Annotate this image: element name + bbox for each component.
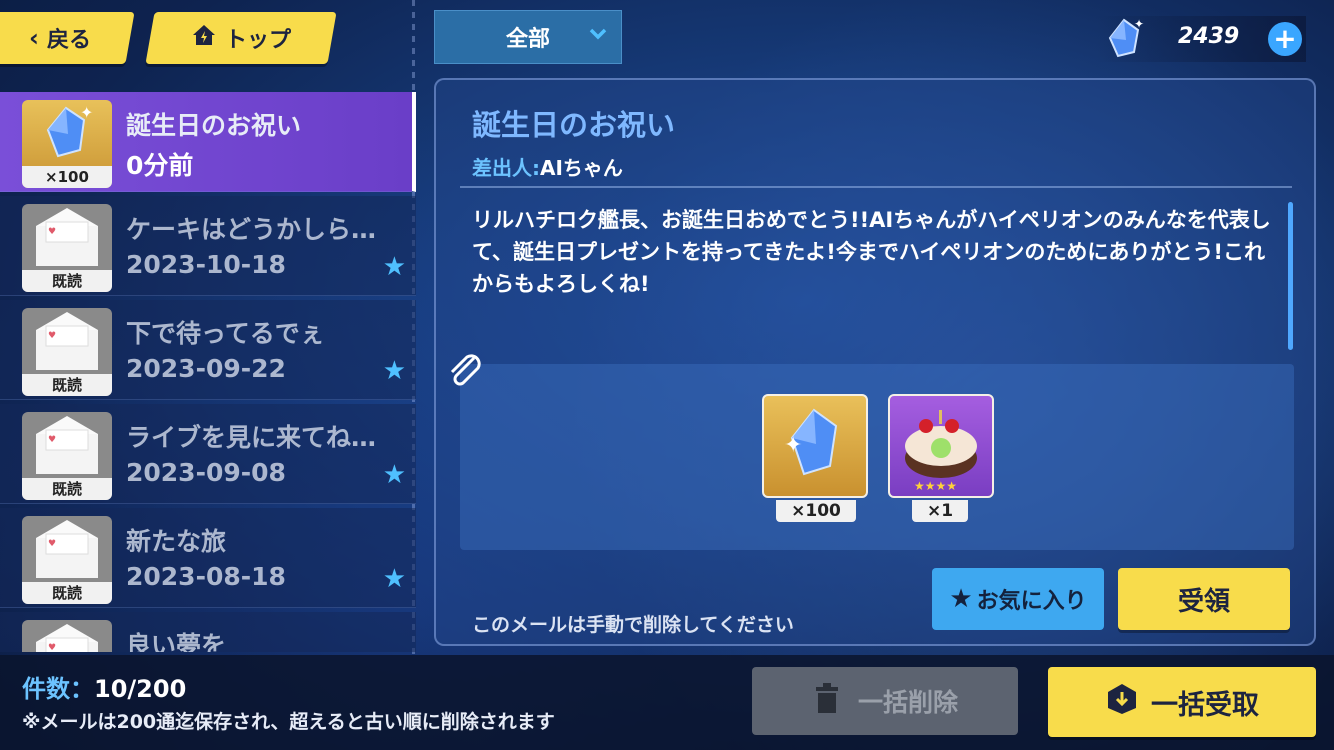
svg-text:✦: ✦ [784, 433, 802, 458]
crystal-icon: ✦ [1102, 16, 1146, 64]
mail-title: ケーキはどうかしら… [126, 215, 377, 244]
svg-text:♥: ♥ [48, 331, 56, 341]
star-icon: ★ [382, 356, 406, 386]
svg-text:♥: ♥ [48, 539, 56, 549]
chevron-down-icon [587, 23, 609, 51]
crystal-amount: 2439 [1178, 24, 1240, 49]
receive-button-label: 受領 [1177, 586, 1230, 617]
mail-list: ✦ ×100 誕生日のお祝い 0分前 ♥ 既読 ケーキはどうかしら… 2023-… [0, 92, 416, 652]
attachment-qty: ×1 [912, 500, 968, 522]
crystal-icon: ✦ [784, 408, 838, 476]
filter-selected-label: 全部 [505, 27, 550, 52]
download-box-icon [1105, 682, 1139, 723]
divider [460, 186, 1292, 188]
mail-count-label: 件数： [22, 675, 94, 703]
crystal-balance: ✦ 2439 + [1096, 16, 1306, 62]
back-button[interactable]: ‹ 戻る [0, 12, 135, 64]
attachment-area: ✦ ★★★★ ×100 ×1 [460, 364, 1294, 550]
envelope-thumbnail: ♥ 既読 [22, 516, 112, 604]
svg-text:♥: ♥ [48, 435, 56, 445]
top-button[interactable]: トップ [145, 12, 337, 64]
paperclip-icon [444, 350, 484, 399]
mail-date: 2023-09-08 [126, 458, 286, 487]
sender-name: AIちゃん [540, 156, 623, 180]
mail-date: 2023-09-22 [126, 354, 286, 383]
envelope-icon: ♥ [36, 312, 98, 370]
receive-button[interactable]: 受領 [1118, 568, 1290, 630]
svg-text:✦: ✦ [1134, 17, 1144, 31]
star-icon: ★ [382, 564, 406, 594]
mail-list-item[interactable]: ♥ 既読 ケーキはどうかしら… 2023-10-18 ★ [0, 196, 416, 296]
mail-badge: 既読 [22, 270, 112, 292]
mail-body-scrollbar[interactable] [1288, 202, 1293, 350]
attachment-crystal[interactable]: ✦ [762, 394, 868, 498]
attachment-cake[interactable]: ★★★★ [888, 394, 994, 498]
cake-icon: ★★★★ [905, 410, 977, 493]
envelope-icon: ♥ [36, 624, 98, 652]
mail-filter-dropdown[interactable]: 全部 [434, 10, 622, 64]
mail-sender: 差出人:AIちゃん [472, 152, 623, 181]
mail-date: 2023-08-18 [126, 562, 286, 591]
mail-title: 良い夢を [126, 631, 227, 652]
mail-list-item[interactable]: ♥ 既読 新たな旅 2023-08-18 ★ [0, 508, 416, 608]
mail-title: ライブを見に来てね… [126, 423, 377, 452]
home-icon [191, 23, 217, 53]
crystal-icon: ✦ [46, 103, 93, 158]
envelope-thumbnail: ♥ 既読 [22, 204, 112, 292]
mail-list-item[interactable]: ♥ 既読 ライブを見に来てね… 2023-09-08 ★ [0, 404, 416, 504]
sender-label: 差出人: [472, 156, 540, 180]
mail-count-value: 10/200 [94, 675, 187, 703]
svg-text:♥: ♥ [48, 643, 56, 652]
mail-list-item[interactable]: ♥ 既読 下で待ってるでぇ 2023-09-22 ★ [0, 300, 416, 400]
mail-detail-panel: 誕生日のお祝い 差出人:AIちゃん リルハチロク艦長、お誕生日おめでとう!!AI… [434, 78, 1316, 646]
bulk-receive-button[interactable]: 一括受取 [1048, 667, 1316, 737]
mail-detail-title: 誕生日のお祝い [472, 108, 676, 142]
svg-text:♥: ♥ [48, 227, 56, 237]
mail-title: 下で待ってるでぇ [126, 319, 325, 348]
bulk-delete-label: 一括削除 [857, 688, 958, 717]
mail-title: 誕生日のお祝い [126, 111, 302, 140]
mail-badge: 既読 [22, 478, 112, 500]
envelope-thumbnail: ♥ 既読 [22, 308, 112, 396]
mail-date: 2023-10-18 [126, 250, 286, 279]
svg-text:✦: ✦ [80, 103, 93, 122]
mail-list-item[interactable]: ♥ 良い夢を [0, 612, 416, 652]
envelope-icon: ♥ [36, 520, 98, 578]
chevron-left-icon: ‹ [29, 24, 39, 52]
star-icon: ★ [949, 584, 973, 614]
mail-body: リルハチロク艦長、お誕生日おめでとう!!AIちゃんがハイペリオンのみんなを代表し… [472, 208, 1271, 296]
favorite-button[interactable]: ★ お気に入り [932, 568, 1104, 630]
back-button-label: 戻る [46, 28, 91, 53]
bulk-delete-button[interactable]: 一括削除 [752, 667, 1018, 735]
envelope-thumbnail: ♥ 既読 [22, 412, 112, 500]
manual-delete-note: このメールは手動で削除してください [472, 614, 794, 636]
rarity-stars: ★★★★ [914, 479, 957, 493]
envelope-icon: ♥ [36, 416, 98, 474]
mail-title: 新たな旅 [126, 527, 227, 556]
mail-badge: 既読 [22, 582, 112, 604]
add-crystal-button[interactable]: + [1268, 22, 1302, 56]
star-icon: ★ [382, 252, 406, 282]
crystal-reward-thumbnail: ✦ ×100 [22, 100, 112, 188]
envelope-thumbnail: ♥ [22, 620, 112, 652]
mail-count: 件数：10/200 [22, 669, 186, 704]
trash-icon [812, 681, 842, 721]
attachment-qty: ×100 [776, 500, 856, 522]
top-button-label: トップ [224, 28, 291, 53]
envelope-icon: ♥ [36, 208, 98, 266]
mail-badge: 既読 [22, 374, 112, 396]
mail-list-item[interactable]: ✦ ×100 誕生日のお祝い 0分前 [0, 92, 416, 192]
mail-limit-note: ※メールは200通迄保存され、超えると古い順に削除されます [22, 711, 555, 733]
mail-badge: ×100 [22, 166, 112, 188]
star-icon: ★ [382, 460, 406, 490]
bulk-receive-label: 一括受取 [1151, 689, 1259, 721]
favorite-button-label: お気に入り [976, 589, 1087, 614]
mail-date: 0分前 [126, 151, 194, 180]
footer-bar: 件数：10/200 ※メールは200通迄保存され、超えると古い順に削除されます … [0, 655, 1334, 750]
